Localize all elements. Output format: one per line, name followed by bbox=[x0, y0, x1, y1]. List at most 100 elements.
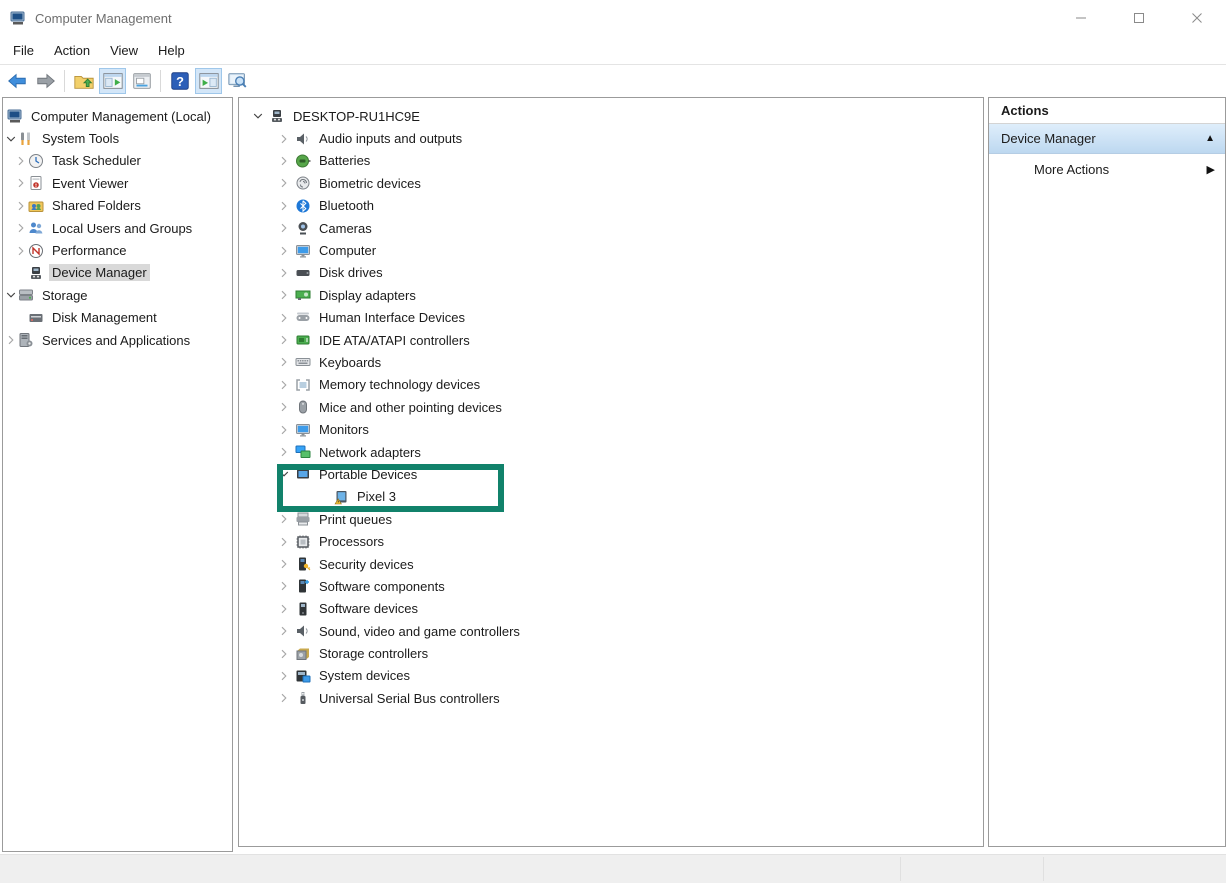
chevron-collapsed-icon[interactable] bbox=[279, 447, 295, 457]
device-item-mice-and-other-pointing-devices[interactable]: Mice and other pointing devices bbox=[239, 396, 983, 418]
minimize-button[interactable] bbox=[1052, 0, 1110, 36]
device-item-batteries[interactable]: Batteries bbox=[239, 150, 983, 172]
show-console-tree-button[interactable] bbox=[99, 68, 126, 94]
tree-item-label: Pixel 3 bbox=[354, 488, 399, 505]
chevron-collapsed-icon[interactable] bbox=[279, 649, 295, 659]
submenu-arrow-icon: ▶ bbox=[1207, 163, 1215, 176]
chevron-collapsed-icon[interactable] bbox=[279, 581, 295, 591]
chevron-collapsed-icon[interactable] bbox=[279, 537, 295, 547]
actions-panel: Actions Device Manager ▲ More Actions ▶ bbox=[988, 97, 1226, 847]
device-item-universal-serial-bus-controllers[interactable]: Universal Serial Bus controllers bbox=[239, 687, 983, 709]
tree-item-label: Local Users and Groups bbox=[49, 220, 195, 237]
device-item-processors[interactable]: Processors bbox=[239, 530, 983, 552]
more-actions-item[interactable]: More Actions ▶ bbox=[989, 154, 1225, 184]
chevron-collapsed-icon[interactable] bbox=[16, 223, 28, 233]
sidebar-item-disk-management[interactable]: Disk Management bbox=[3, 307, 232, 329]
chevron-collapsed-icon[interactable] bbox=[279, 425, 295, 435]
chevron-collapsed-icon[interactable] bbox=[279, 156, 295, 166]
device-item-network-adapters[interactable]: Network adapters bbox=[239, 441, 983, 463]
chevron-collapsed-icon[interactable] bbox=[279, 134, 295, 144]
chevron-expanded-icon[interactable] bbox=[253, 111, 269, 121]
chevron-collapsed-icon[interactable] bbox=[279, 514, 295, 524]
chevron-collapsed-icon[interactable] bbox=[16, 246, 28, 256]
device-item-desktop-ru1hc9e[interactable]: DESKTOP-RU1HC9E bbox=[239, 105, 983, 127]
chevron-expanded-icon[interactable] bbox=[6, 290, 18, 300]
sidebar-item-task-scheduler[interactable]: Task Scheduler bbox=[3, 150, 232, 172]
chevron-collapsed-icon[interactable] bbox=[279, 178, 295, 188]
sidebar-item-local-users-and-groups[interactable]: Local Users and Groups bbox=[3, 217, 232, 239]
collapse-arrow-icon[interactable]: ▲ bbox=[1205, 133, 1215, 144]
tree-item-label: Portable Devices bbox=[316, 466, 420, 483]
menu-action[interactable]: Action bbox=[44, 39, 100, 62]
chevron-collapsed-icon[interactable] bbox=[16, 201, 28, 211]
maximize-button[interactable] bbox=[1110, 0, 1168, 36]
device-item-sound-video-and-game-controllers[interactable]: Sound, video and game controllers bbox=[239, 620, 983, 642]
device-item-keyboards[interactable]: Keyboards bbox=[239, 351, 983, 373]
sidebar-item-shared-folders[interactable]: Shared Folders bbox=[3, 195, 232, 217]
menu-help[interactable]: Help bbox=[148, 39, 195, 62]
device-item-pixel-3[interactable]: Pixel 3 bbox=[239, 486, 983, 508]
folder-up-button[interactable] bbox=[70, 68, 97, 94]
chevron-collapsed-icon[interactable] bbox=[279, 402, 295, 412]
menu-view[interactable]: View bbox=[100, 39, 148, 62]
show-action-pane-button[interactable] bbox=[195, 68, 222, 94]
properties-window-button[interactable] bbox=[128, 68, 155, 94]
device-item-memory-technology-devices[interactable]: Memory technology devices bbox=[239, 374, 983, 396]
chevron-expanded-icon[interactable] bbox=[6, 134, 18, 144]
device-item-monitors[interactable]: Monitors bbox=[239, 418, 983, 440]
help-button[interactable]: ? bbox=[166, 68, 193, 94]
chevron-collapsed-icon[interactable] bbox=[279, 335, 295, 345]
title-bar: Computer Management bbox=[0, 0, 1226, 36]
chevron-collapsed-icon[interactable] bbox=[279, 313, 295, 323]
sidebar-item-device-manager[interactable]: Device Manager bbox=[3, 262, 232, 284]
memory-icon bbox=[295, 377, 311, 393]
chevron-collapsed-icon[interactable] bbox=[279, 559, 295, 569]
device-item-ide-ata-atapi-controllers[interactable]: IDE ATA/ATAPI controllers bbox=[239, 329, 983, 351]
tree-item-label: Monitors bbox=[316, 421, 372, 438]
actions-group-device-manager[interactable]: Device Manager ▲ bbox=[989, 124, 1225, 154]
device-item-cameras[interactable]: Cameras bbox=[239, 217, 983, 239]
device-item-print-queues[interactable]: Print queues bbox=[239, 508, 983, 530]
chevron-collapsed-icon[interactable] bbox=[279, 604, 295, 614]
monitor-icon bbox=[295, 422, 311, 438]
chevron-collapsed-icon[interactable] bbox=[279, 671, 295, 681]
chevron-collapsed-icon[interactable] bbox=[279, 268, 295, 278]
device-item-security-devices[interactable]: Security devices bbox=[239, 553, 983, 575]
menu-file[interactable]: File bbox=[3, 39, 44, 62]
sidebar-item-event-viewer[interactable]: Event Viewer bbox=[3, 172, 232, 194]
chevron-collapsed-icon[interactable] bbox=[279, 223, 295, 233]
chevron-collapsed-icon[interactable] bbox=[279, 357, 295, 367]
scan-computer-button[interactable] bbox=[224, 68, 251, 94]
sidebar-item-services-and-applications[interactable]: Services and Applications bbox=[3, 329, 232, 351]
device-item-software-components[interactable]: Software components bbox=[239, 575, 983, 597]
back-button[interactable] bbox=[3, 68, 30, 94]
device-item-audio-inputs-and-outputs[interactable]: Audio inputs and outputs bbox=[239, 127, 983, 149]
device-item-bluetooth[interactable]: Bluetooth bbox=[239, 195, 983, 217]
device-item-storage-controllers[interactable]: Storage controllers bbox=[239, 642, 983, 664]
chevron-collapsed-icon[interactable] bbox=[16, 178, 28, 188]
sidebar-item-system-tools[interactable]: System Tools bbox=[3, 127, 232, 149]
device-item-disk-drives[interactable]: Disk drives bbox=[239, 262, 983, 284]
sidebar-item-computer-management-local[interactable]: Computer Management (Local) bbox=[3, 105, 232, 127]
sidebar-item-storage[interactable]: Storage bbox=[3, 284, 232, 306]
tree-item-label: Storage bbox=[39, 287, 91, 304]
chevron-collapsed-icon[interactable] bbox=[279, 693, 295, 703]
chevron-collapsed-icon[interactable] bbox=[16, 156, 28, 166]
chevron-expanded-icon[interactable] bbox=[279, 469, 295, 479]
device-item-display-adapters[interactable]: Display adapters bbox=[239, 284, 983, 306]
device-item-portable-devices[interactable]: Portable Devices bbox=[239, 463, 983, 485]
sidebar-item-performance[interactable]: Performance bbox=[3, 239, 232, 261]
device-item-software-devices[interactable]: Software devices bbox=[239, 598, 983, 620]
device-item-human-interface-devices[interactable]: Human Interface Devices bbox=[239, 307, 983, 329]
chevron-collapsed-icon[interactable] bbox=[6, 335, 18, 345]
chevron-collapsed-icon[interactable] bbox=[279, 380, 295, 390]
chevron-collapsed-icon[interactable] bbox=[279, 201, 295, 211]
device-item-biometric-devices[interactable]: Biometric devices bbox=[239, 172, 983, 194]
chevron-collapsed-icon[interactable] bbox=[279, 626, 295, 636]
close-button[interactable] bbox=[1168, 0, 1226, 36]
device-item-system-devices[interactable]: System devices bbox=[239, 665, 983, 687]
forward-button[interactable] bbox=[32, 68, 59, 94]
chevron-collapsed-icon[interactable] bbox=[279, 290, 295, 300]
device-item-computer[interactable]: Computer bbox=[239, 239, 983, 261]
chevron-collapsed-icon[interactable] bbox=[279, 246, 295, 256]
